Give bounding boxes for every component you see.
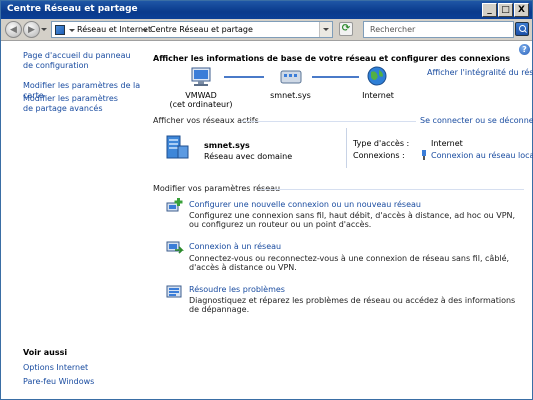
search-input[interactable]: Rechercher [363,21,514,38]
back-arrow-icon: ◀ [10,24,17,35]
full-map-link[interactable]: Afficher l'intégralité du réseau [427,68,533,77]
map-node-computer: VMWAD (cet ordinateur) [166,91,236,109]
network-type: Réseau avec domaine [204,152,293,161]
control-panel-icon [55,25,65,35]
map-node-network: smnet.sys [263,91,318,100]
connections-label: Connexions : [353,151,405,160]
internet-globe-icon[interactable] [367,66,387,86]
connect-disconnect-link[interactable]: Se connecter ou se déconnecter [420,116,533,125]
close-button[interactable]: X [514,3,529,17]
setup-connection-link[interactable]: Configurer une nouvelle connexion ou un … [189,200,421,209]
window-controls: _ □ X [482,3,529,17]
address-toolbar: ◀ ▶ Réseau et Internet Centre Réseau et … [1,19,532,41]
forward-button[interactable]: ▶ [23,21,40,38]
window: Centre Réseau et partage _ □ X ◀ ▶ Résea… [0,0,533,400]
window-title: Centre Réseau et partage [7,4,138,14]
advanced-sharing-link[interactable]: Modifier les paramètres de partage avanc… [23,94,123,114]
network-name: smnet.sys [204,141,250,150]
section-divider [241,121,416,122]
troubleshoot-icon [166,285,182,298]
connect-network-icon [166,241,184,254]
windows-firewall-link[interactable]: Pare-feu Windows [23,377,94,387]
troubleshoot-link[interactable]: Résoudre les problèmes [189,285,285,294]
internet-options-link[interactable]: Options Internet [23,363,88,373]
refresh-button[interactable]: ⟳ [339,22,353,36]
new-connection-icon [166,198,183,212]
setup-connection-desc: Configurez une connexion sans fil, haut … [189,211,516,229]
breadcrumb-network-internet[interactable]: Réseau et Internet [77,25,151,34]
connection-line [312,76,359,78]
recent-pages-dropdown[interactable] [41,28,47,31]
search-button[interactable] [515,22,529,36]
troubleshoot-desc: Diagnostiquez et réparez les problèmes d… [189,296,516,314]
network-icon[interactable] [280,67,302,87]
refresh-icon: ⟳ [341,23,351,34]
forward-arrow-icon: ▶ [28,24,35,35]
domain-network-icon [166,135,189,159]
control-panel-home-link[interactable]: Page d'accueil du panneau de configurati… [23,51,138,71]
connection-line [224,76,264,78]
lan-connection-icon [422,150,426,160]
search-placeholder: Rechercher [370,25,416,34]
page-title: Afficher les informations de base de vot… [153,54,510,63]
breadcrumb-arrow-icon[interactable] [142,29,148,32]
minimize-button[interactable]: _ [482,3,497,17]
section-divider [258,189,524,190]
map-node-sublabel: (cet ordinateur) [169,100,233,109]
lan-connection-link[interactable]: Connexion au réseau local [431,151,533,160]
map-node-label: smnet.sys [270,91,311,100]
address-dropdown-button[interactable] [319,22,332,37]
map-node-label: VMWAD [185,91,217,100]
help-icon[interactable]: ? [519,44,530,55]
address-field[interactable]: Réseau et Internet Centre Réseau et part… [51,21,333,38]
map-node-label: Internet [362,91,394,100]
computer-icon[interactable] [188,67,214,87]
title-bar[interactable]: Centre Réseau et partage _ □ X [1,1,532,19]
map-node-internet: Internet [353,91,403,100]
access-type-label: Type d'accès : [353,139,410,148]
maximize-button[interactable]: □ [498,3,513,17]
back-button[interactable]: ◀ [5,21,22,38]
connect-network-desc: Connectez-vous ou reconnectez-vous à une… [189,254,510,272]
connect-network-link[interactable]: Connexion à un réseau [189,242,281,251]
access-type-value: Internet [431,139,463,148]
breadcrumb-arrow-icon[interactable] [69,29,75,32]
breadcrumb-network-center[interactable]: Centre Réseau et partage [150,25,253,34]
vertical-divider [346,128,347,168]
see-also-heading: Voir aussi [23,348,68,357]
